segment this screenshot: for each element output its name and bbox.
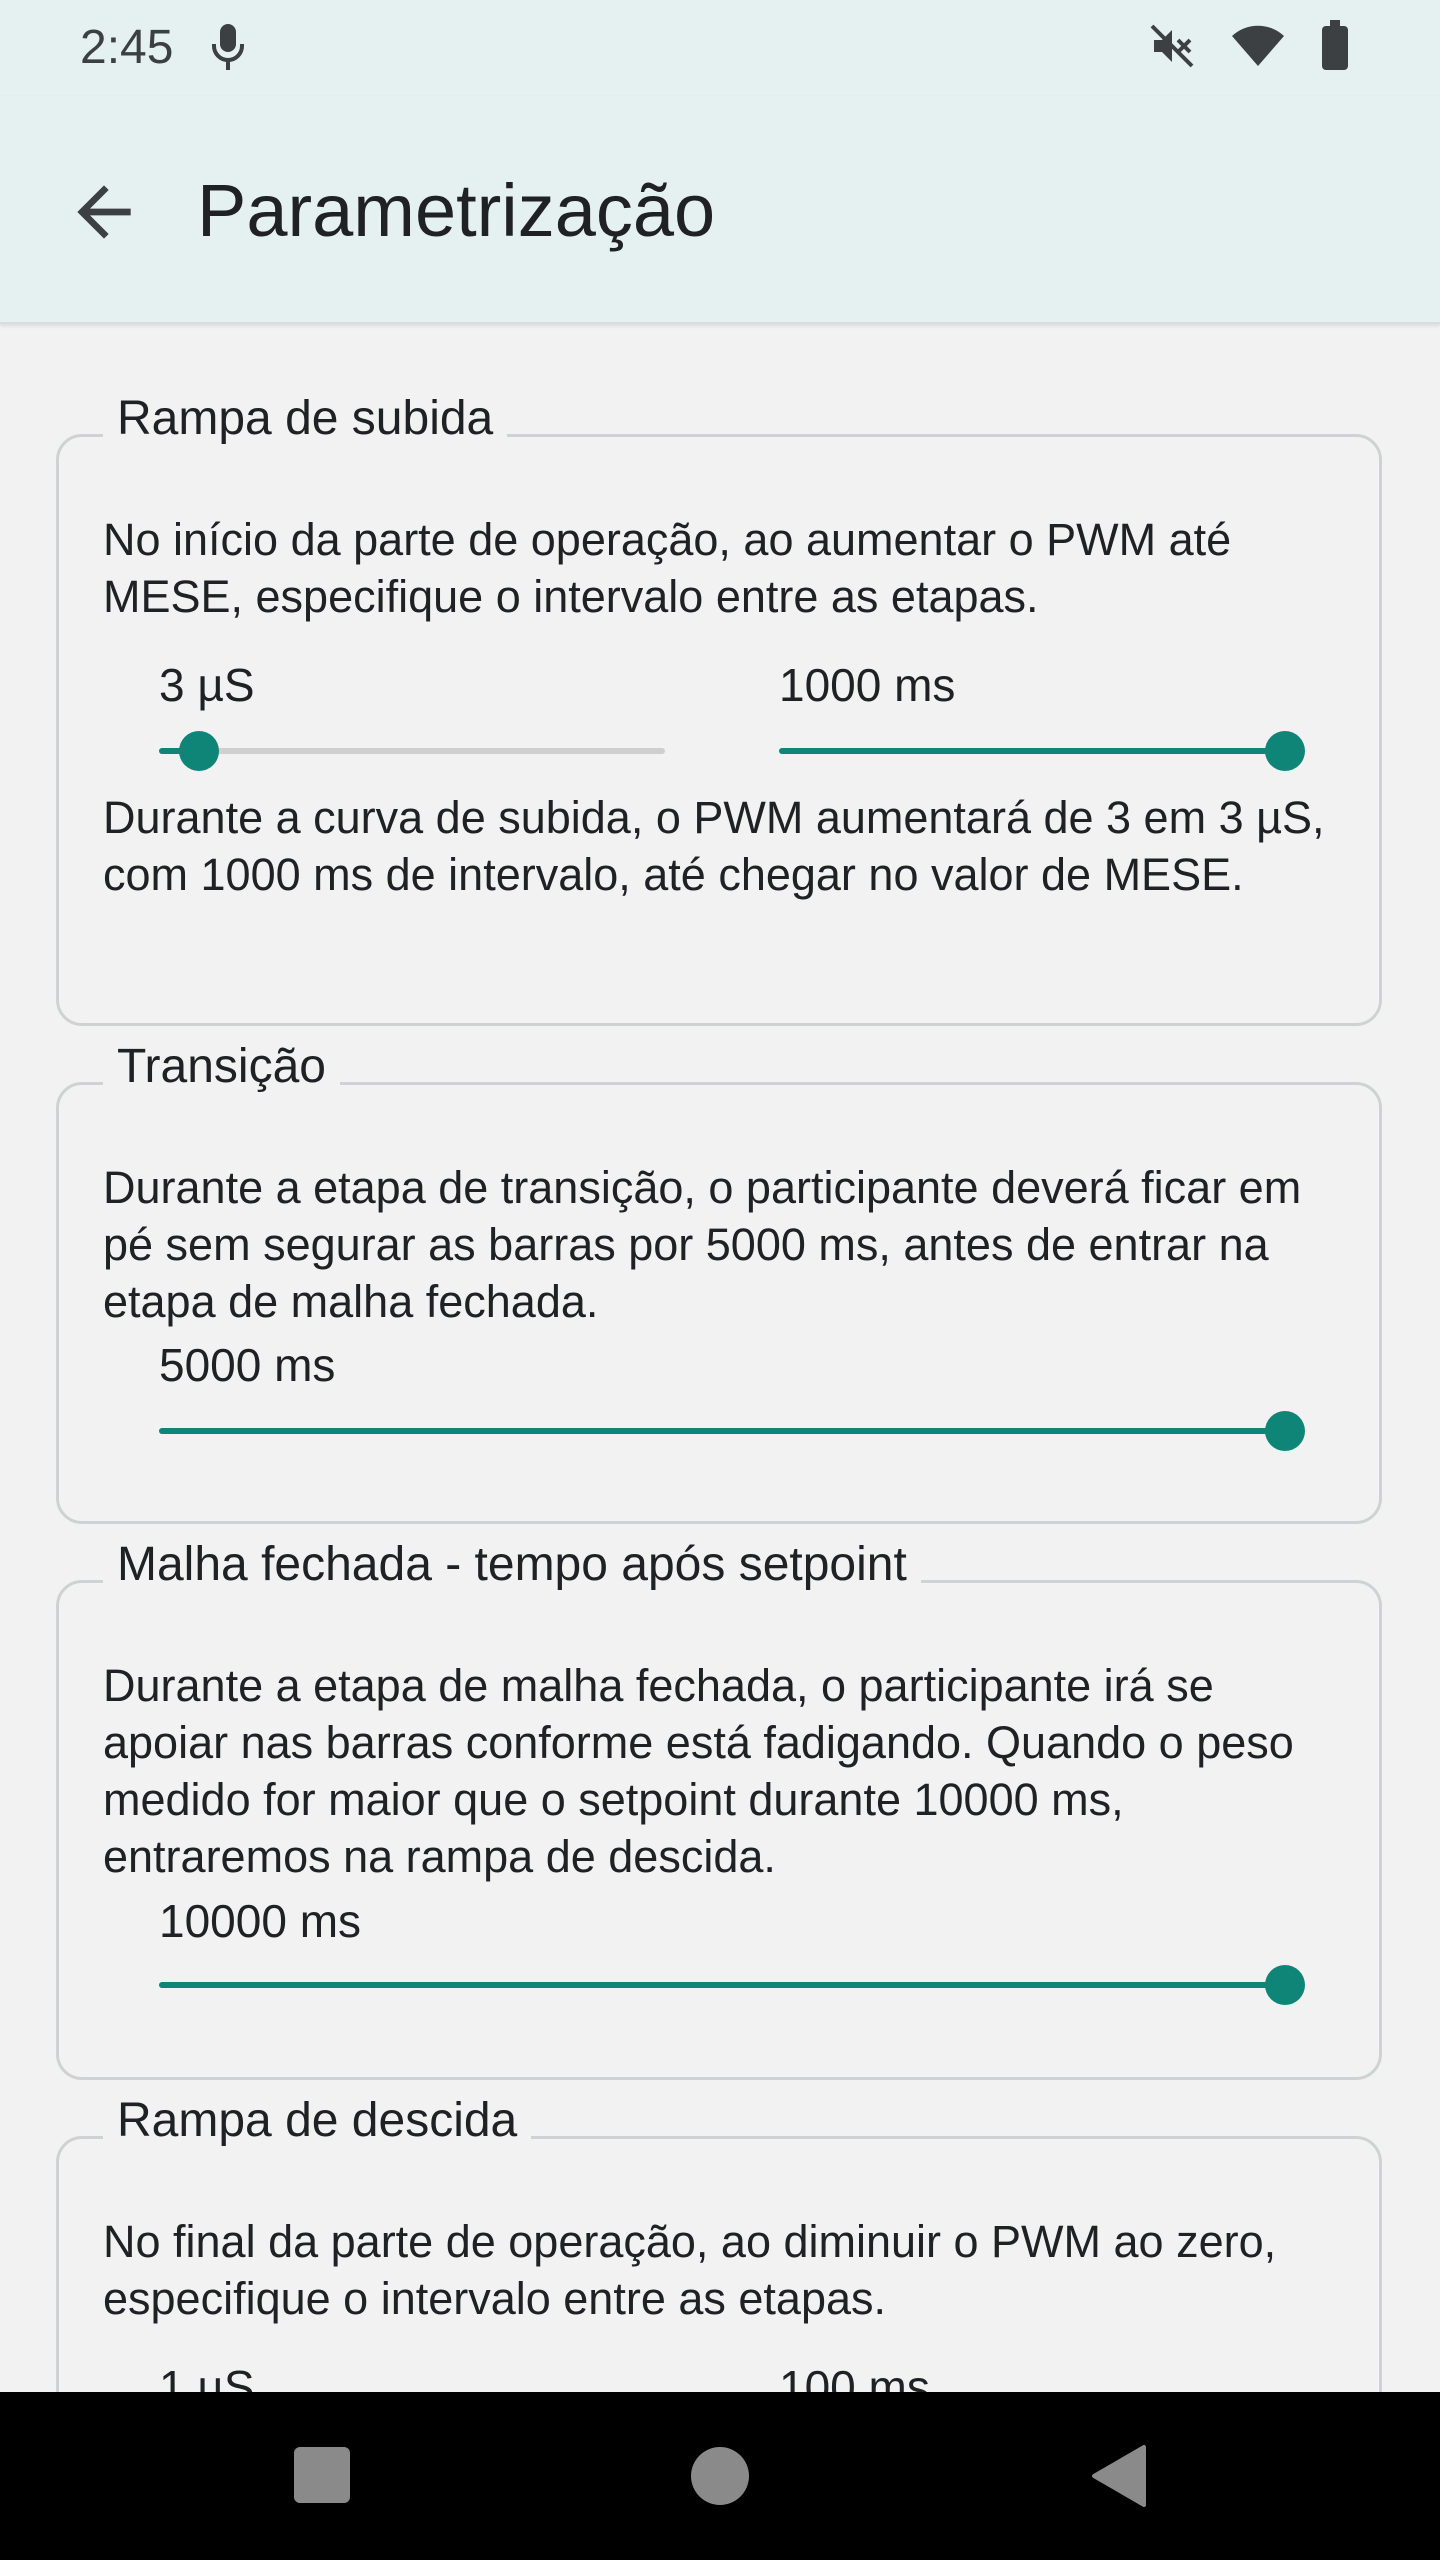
slider-thumb[interactable] xyxy=(179,731,220,771)
step-value-label: 3 µS xyxy=(159,659,255,711)
battery-icon xyxy=(1320,20,1350,77)
section-description: No final da parte de operação, ao diminu… xyxy=(103,2216,1277,2324)
closed-loop-value-label: 10000 ms xyxy=(159,1895,362,1947)
section-summary: Durante a curva de subida, o PWM aumenta… xyxy=(103,792,1325,900)
step-slider[interactable] xyxy=(159,731,665,771)
closed-loop-slider[interactable] xyxy=(159,1965,1305,2005)
arrow-back-icon xyxy=(77,185,131,239)
interval-value-label: 1000 ms xyxy=(779,659,956,711)
navigation-bar xyxy=(0,2392,1440,2560)
back-button[interactable] xyxy=(64,172,144,252)
slider-fill xyxy=(779,748,1285,754)
transition-value-label: 5000 ms xyxy=(159,1339,336,1391)
section-description: Durante a etapa de malha fechada, o part… xyxy=(103,1660,1294,1882)
slider-fill xyxy=(159,1428,1285,1434)
home-circle-icon[interactable] xyxy=(690,2446,750,2511)
section-title: Transição xyxy=(103,1037,340,1097)
section-description: Durante a etapa de transição, o particip… xyxy=(103,1162,1302,1327)
status-time: 2:45 xyxy=(80,21,174,74)
slider-thumb[interactable] xyxy=(1265,1411,1305,1451)
interval-slider[interactable] xyxy=(779,731,1305,771)
wifi-icon xyxy=(1230,22,1286,75)
card-rampa-subida: Rampa de subida No início da parte de op… xyxy=(56,389,1382,1026)
status-bar: 2:45 xyxy=(0,0,1440,96)
slider-fill xyxy=(159,1982,1285,1988)
transition-slider[interactable] xyxy=(159,1411,1305,1451)
page-title: Parametrização xyxy=(197,169,716,252)
back-triangle-icon[interactable] xyxy=(1090,2445,1146,2512)
section-title: Malha fechada - tempo após setpoint xyxy=(103,1535,921,1595)
card-transicao: Transição Durante a etapa de transição, … xyxy=(56,1037,1382,1524)
app-bar: Parametrização xyxy=(0,96,1440,324)
slider-track xyxy=(159,748,665,754)
section-title: Rampa de subida xyxy=(103,389,508,449)
mute-icon xyxy=(1148,22,1196,75)
card-malha-fechada: Malha fechada - tempo após setpoint Dura… xyxy=(56,1535,1382,2080)
slider-thumb[interactable] xyxy=(1265,1965,1305,2005)
mic-icon xyxy=(208,22,248,79)
recents-square-icon[interactable] xyxy=(294,2447,350,2508)
section-description: No início da parte de operação, ao aumen… xyxy=(103,514,1232,622)
slider-thumb[interactable] xyxy=(1265,731,1305,771)
section-title: Rampa de descida xyxy=(103,2091,532,2151)
